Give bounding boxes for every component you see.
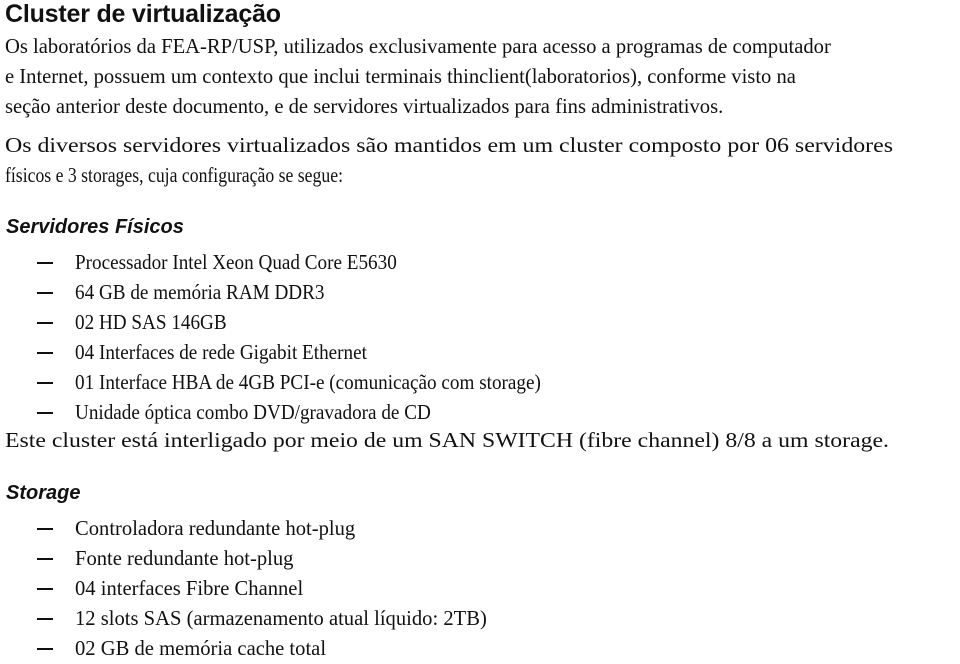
intro-paragraph-line: seção anterior deste documento, e de ser… [5,96,724,118]
list-item-text: Unidade óptica combo DVD/gravadora de CD [75,402,431,424]
intro-paragraph-line: Os laboratórios da FEA-RP/USP, utilizado… [5,36,831,58]
en-dash-bullet-icon [37,618,53,620]
intro-paragraph-line: e Internet, possuem um contexto que incl… [5,66,796,88]
en-dash-bullet-icon [37,528,53,530]
cluster-paragraph-line: Os diversos servidores virtualizados são… [5,135,893,157]
en-dash-bullet-icon [37,292,53,294]
section-heading-storage: Storage [6,482,81,504]
intro-paragraph: Os laboratórios da FEA-RP/USP, utilizado… [5,32,831,122]
en-dash-bullet-icon [37,322,53,324]
document-page: Cluster de virtualização Os laboratórios… [0,0,960,660]
list-item-text: 04 interfaces Fibre Channel [75,578,304,600]
en-dash-bullet-icon [37,588,53,590]
cluster-interconnect-note: Este cluster está interligado por meio d… [5,430,889,452]
en-dash-bullet-icon [37,558,53,560]
list-item-text: 04 Interfaces de rede Gigabit Ethernet [75,342,367,364]
en-dash-bullet-icon [37,352,53,354]
en-dash-bullet-icon [37,382,53,384]
list-item-text: 01 Interface HBA de 4GB PCI-e (comunicaç… [75,372,541,394]
list-item-text: 02 GB de memória cache total [75,638,327,660]
cluster-paragraph-line: físicos e 3 storages, cuja configuração … [5,165,343,187]
list-item-text: 02 HD SAS 146GB [75,312,227,334]
list-item-text: Controladora redundante hot-plug [75,518,356,540]
list-item-text: 64 GB de memória RAM DDR3 [75,282,325,304]
cluster-paragraph: Os diversos servidores virtualizados são… [5,131,893,191]
list-item-text: Processador Intel Xeon Quad Core E5630 [75,252,397,274]
document-title: Cluster de virtualização [5,0,281,28]
en-dash-bullet-icon [37,412,53,414]
section-heading-servidores-fisicos: Servidores Físicos [6,216,184,238]
en-dash-bullet-icon [37,262,53,264]
list-item-text: 12 slots SAS (armazenamento atual líquid… [75,608,487,630]
list-item-text: Fonte redundante hot-plug [75,548,294,570]
en-dash-bullet-icon [37,648,53,650]
